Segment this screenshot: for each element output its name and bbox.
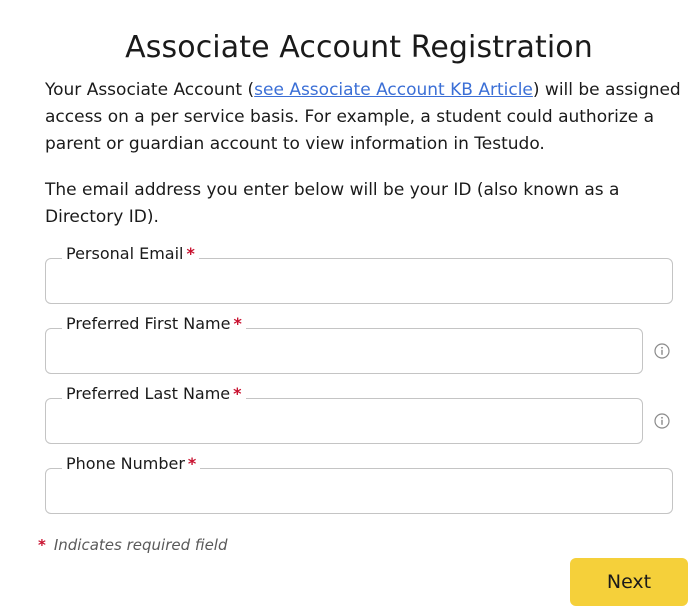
first-name-info-icon[interactable] [654, 343, 670, 359]
required-note-text: Indicates required field [53, 536, 228, 554]
kb-article-link[interactable]: see Associate Account KB Article [254, 80, 533, 100]
last-name-input[interactable] [46, 399, 642, 443]
last-name-field[interactable]: Preferred Last Name * [45, 384, 643, 444]
first-name-input[interactable] [46, 329, 642, 373]
first-name-field[interactable]: Preferred First Name * [45, 314, 643, 374]
id-note-paragraph: The email address you enter below will b… [45, 180, 620, 227]
intro-paragraph: Your Associate Account (see Associate Ac… [45, 77, 685, 158]
required-asterisk: * [38, 536, 46, 554]
personal-email-field[interactable]: Personal Email * [45, 244, 673, 304]
intro-text-start: Your Associate Account ( [45, 80, 255, 100]
phone-number-field[interactable]: Phone Number * [45, 454, 673, 514]
next-button[interactable]: Next [570, 558, 688, 606]
required-field-note: * Indicates required field [38, 535, 228, 555]
last-name-info-icon[interactable] [654, 413, 670, 429]
page-title: Associate Account Registration [125, 30, 593, 65]
personal-email-input[interactable] [46, 259, 672, 303]
phone-number-input[interactable] [46, 469, 672, 513]
